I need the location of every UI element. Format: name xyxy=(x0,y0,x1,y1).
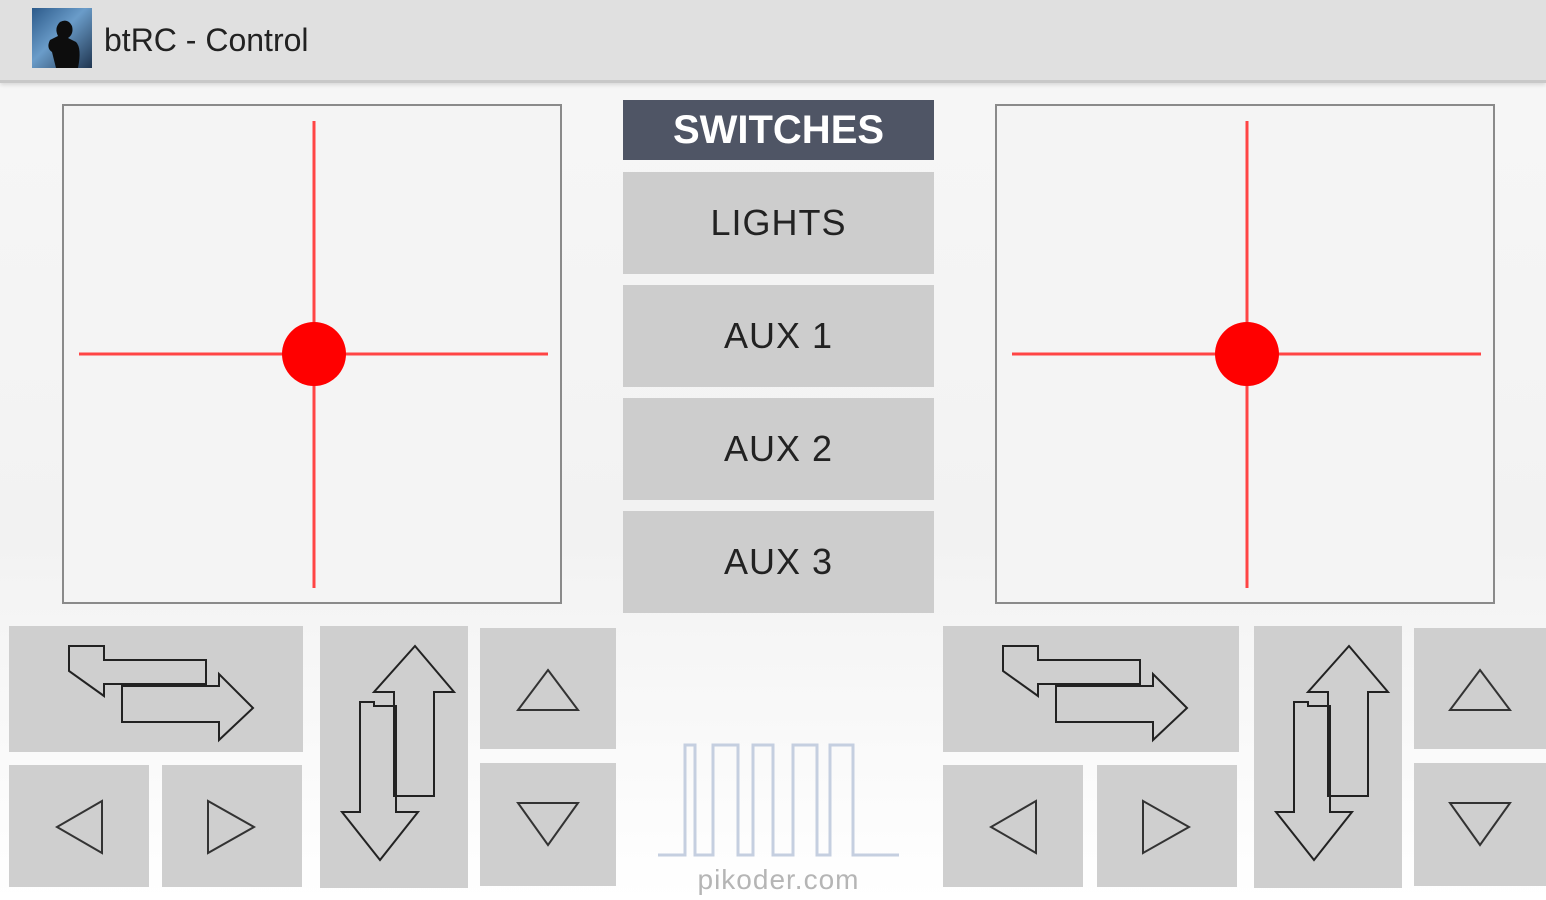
triangle-down-icon xyxy=(1448,802,1512,847)
aux2-button[interactable]: AUX 2 xyxy=(623,398,934,500)
triangle-right-icon xyxy=(1142,799,1192,855)
right-horizontal-button[interactable] xyxy=(943,626,1239,752)
triangle-up-icon xyxy=(1448,668,1512,711)
right-up-button[interactable] xyxy=(1414,628,1546,749)
aux1-button[interactable]: AUX 1 xyxy=(623,285,934,387)
right-joystick-knob[interactable] xyxy=(1215,322,1279,386)
up-down-arrows-icon xyxy=(339,644,457,862)
pikoder-logo xyxy=(658,743,899,857)
triangle-up-icon xyxy=(516,668,580,711)
right-right-button[interactable] xyxy=(1097,765,1237,887)
logo-text: pikoder.com xyxy=(697,864,860,895)
left-down-button[interactable] xyxy=(480,763,616,886)
left-right-arrows-icon xyxy=(68,645,255,743)
triangle-left-icon xyxy=(989,799,1037,855)
title-bar: btRC - Control xyxy=(0,0,1546,83)
left-right-button[interactable] xyxy=(162,765,302,887)
app-title: btRC - Control xyxy=(104,22,309,58)
aux3-button[interactable]: AUX 3 xyxy=(623,511,934,613)
triangle-right-icon xyxy=(207,799,257,855)
app-icon xyxy=(32,8,92,68)
left-up-button[interactable] xyxy=(480,628,616,749)
triangle-down-icon xyxy=(516,802,580,847)
right-joystick-pad[interactable] xyxy=(995,104,1495,604)
left-right-arrows-icon xyxy=(1002,645,1189,743)
right-vertical-button[interactable] xyxy=(1254,626,1402,888)
lights-button[interactable]: LIGHTS xyxy=(623,172,934,274)
right-down-button[interactable] xyxy=(1414,763,1546,886)
right-left-button[interactable] xyxy=(943,765,1083,887)
up-down-arrows-icon xyxy=(1273,644,1391,862)
switches-header: SWITCHES xyxy=(623,100,934,160)
triangle-left-icon xyxy=(55,799,103,855)
left-joystick-knob[interactable] xyxy=(282,322,346,386)
left-joystick-pad[interactable] xyxy=(62,104,562,604)
left-left-button[interactable] xyxy=(9,765,149,887)
left-vertical-button[interactable] xyxy=(320,626,468,888)
left-horizontal-button[interactable] xyxy=(9,626,303,752)
